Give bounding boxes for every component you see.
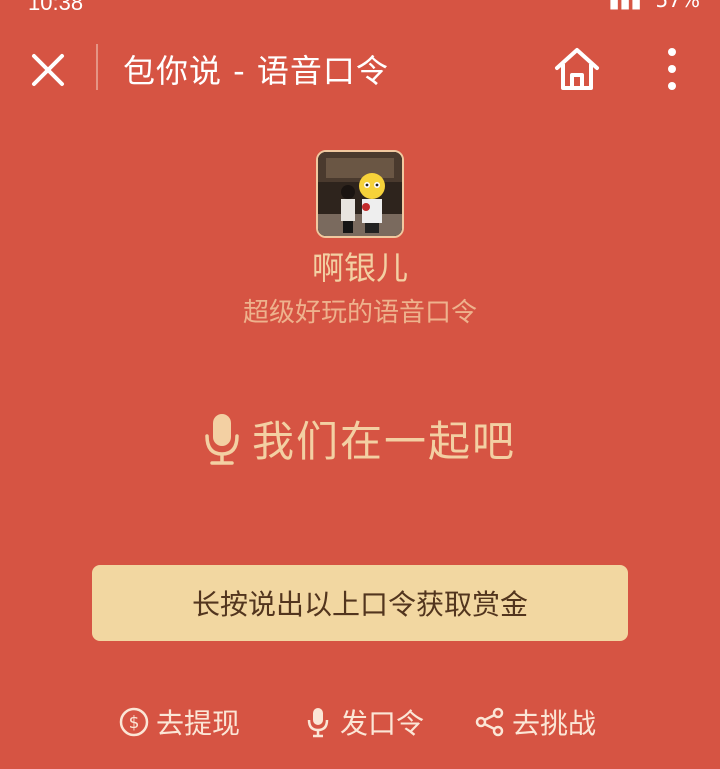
status-bar: 10:38 ▮▮▮ 57% [0,0,720,14]
challenge-button[interactable]: 去挑战 [474,700,596,744]
subtitle: 超级好玩的语音口令 [242,298,477,328]
home-icon [555,48,599,90]
more-options-button[interactable] [658,44,686,94]
battery-level: 57% [655,0,700,12]
hold-to-speak-label: 长按说出以上口令获取赏金 [191,588,528,621]
username: 啊银儿 [311,249,408,287]
signal-icon: ▮▮▮ [608,0,642,12]
microphone-icon [307,708,329,738]
challenge-label: 去挑战 [512,707,597,740]
microphone-icon [205,413,239,465]
page-title: 包你说 - 语音口令 [123,52,389,90]
svg-text:$: $ [129,713,140,733]
top-nav-bar: 包你说 - 语音口令 [0,30,720,106]
close-button[interactable] [26,48,70,92]
nav-divider [96,44,98,90]
voice-password: 我们在一起吧 [0,408,720,469]
send-password-button[interactable]: 发口令 [302,700,424,744]
bottom-actions: $ 去提现 发口令 去挑战 [0,700,720,744]
send-password-label: 发口令 [340,707,425,740]
hold-to-speak-button[interactable]: 长按说出以上口令获取赏金 [92,565,628,641]
more-vertical-icon [668,48,676,90]
dollar-circle-icon: $ [119,707,149,737]
close-icon [32,54,64,86]
password-text: 我们在一起吧 [251,417,516,466]
withdraw-label: 去提现 [156,707,241,740]
withdraw-button[interactable]: $ 去提现 [118,700,240,744]
home-button[interactable] [553,46,601,92]
avatar-photo [318,152,402,236]
status-time: 10:38 [28,0,84,14]
share-icon [475,707,504,737]
status-icons: ▮▮▮ 57% [609,0,700,12]
avatar [316,150,404,238]
